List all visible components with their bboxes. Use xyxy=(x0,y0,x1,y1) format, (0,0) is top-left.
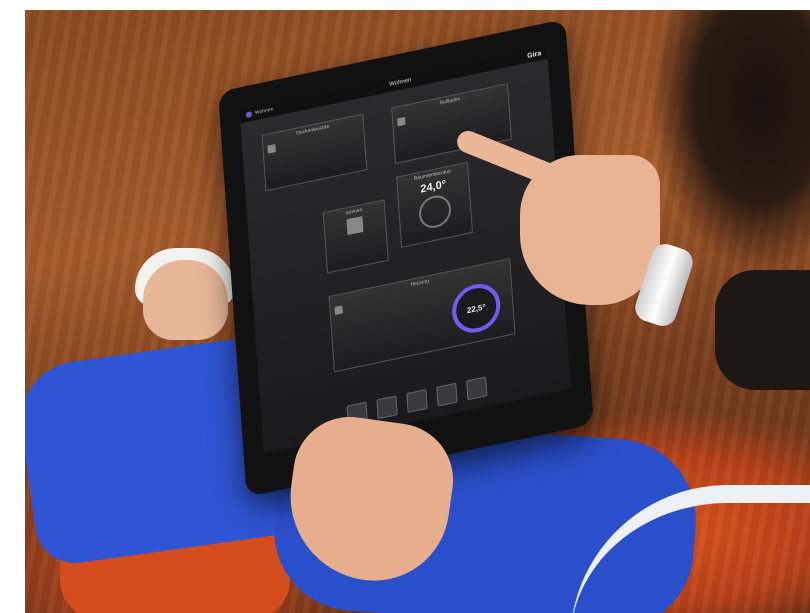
folder-icon[interactable] xyxy=(376,395,398,420)
gauge-icon xyxy=(417,192,453,231)
dark-sleeve xyxy=(715,270,810,390)
bulb-icon xyxy=(267,144,276,154)
breadcrumb-label: Wohnen xyxy=(254,106,274,117)
blinds-icon xyxy=(397,116,406,127)
breadcrumb[interactable]: Wohnen xyxy=(245,106,274,119)
back-icon[interactable] xyxy=(245,110,253,119)
grid-icon[interactable] xyxy=(406,388,428,413)
heating-icon xyxy=(334,305,343,315)
scene-icon xyxy=(346,215,364,236)
right-hand xyxy=(520,155,660,305)
screen-title: Wohnen xyxy=(389,77,412,88)
thermometer-icon[interactable] xyxy=(436,382,458,407)
foot xyxy=(143,260,228,340)
brand-logo: Gira xyxy=(527,49,542,60)
tile-heating[interactable]: Heizung 22,5° xyxy=(328,258,516,373)
tile-light[interactable]: Deckenleuchte xyxy=(261,113,368,192)
tile-scenes[interactable]: Szenen xyxy=(322,199,389,274)
list-icon[interactable] xyxy=(466,376,488,401)
tile-temperature[interactable]: Raumtemperatur 24,0° xyxy=(396,161,473,248)
